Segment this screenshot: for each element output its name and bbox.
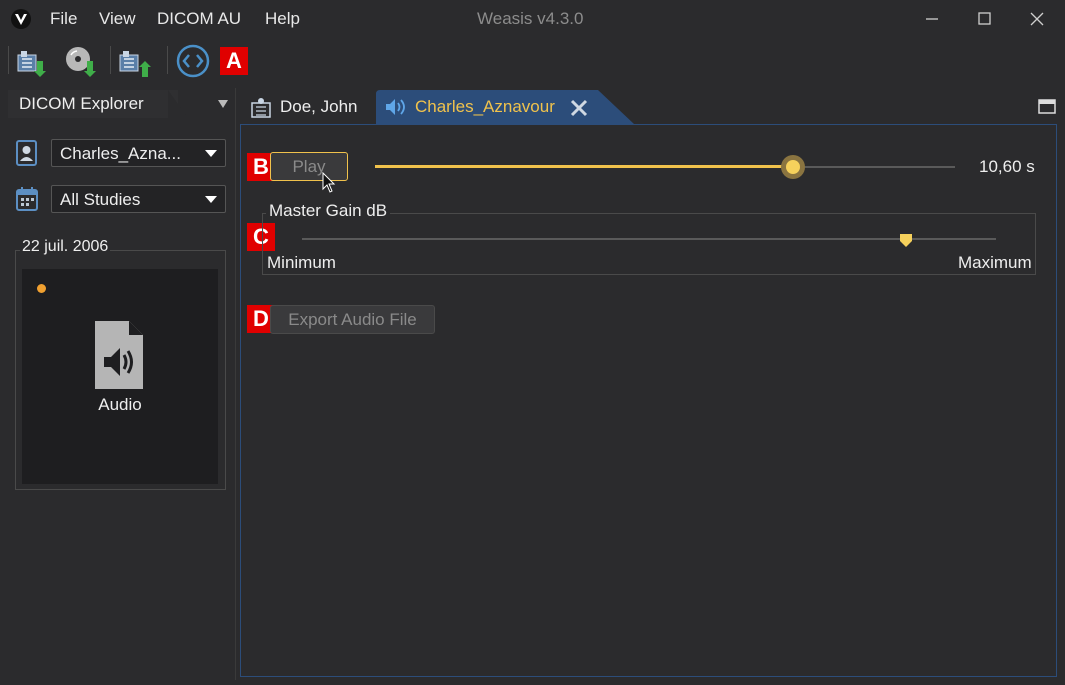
menu-file[interactable]: File bbox=[50, 9, 77, 29]
import-dicom-icon[interactable] bbox=[13, 43, 53, 81]
play-button[interactable]: Play bbox=[270, 152, 348, 181]
time-slider-fill bbox=[375, 165, 793, 168]
patient-combo-value: Charles_Azna... bbox=[60, 144, 181, 163]
tab-doe-john[interactable]: Doe, John bbox=[240, 90, 376, 124]
audio-file-icon bbox=[95, 321, 143, 389]
chevron-down-icon bbox=[197, 140, 225, 166]
menu-help[interactable]: Help bbox=[265, 9, 300, 29]
patient-combo[interactable]: Charles_Azna... bbox=[51, 139, 226, 167]
gain-max-label: Maximum bbox=[958, 253, 1032, 272]
thumbnail-label: Audio bbox=[98, 395, 142, 414]
close-window-button[interactable] bbox=[1024, 6, 1050, 32]
weasis-logo-icon bbox=[10, 8, 32, 30]
dicom-patient-icon bbox=[249, 95, 273, 119]
export-dicom-icon[interactable] bbox=[115, 43, 155, 81]
tab-charles-aznavour[interactable]: Charles_Aznavour bbox=[376, 90, 634, 124]
calendar-icon bbox=[15, 186, 39, 212]
toolbar-separator bbox=[110, 46, 111, 74]
explorer-title: DICOM Explorer bbox=[19, 94, 144, 113]
maximize-view-icon[interactable] bbox=[1038, 99, 1056, 114]
menu-dicom-au[interactable]: DICOM AU bbox=[157, 9, 241, 29]
annotation-a: A bbox=[220, 47, 248, 75]
tab-label: Charles_Aznavour bbox=[415, 97, 555, 116]
gain-min-label: Minimum bbox=[267, 253, 336, 272]
patient-icon bbox=[15, 139, 39, 167]
minimize-button[interactable] bbox=[919, 6, 945, 32]
master-gain-slider[interactable] bbox=[302, 230, 996, 248]
time-slider[interactable] bbox=[375, 155, 955, 179]
toolbar-separator bbox=[167, 46, 168, 74]
toolbar bbox=[0, 38, 1065, 86]
app-title: Weasis v4.3.0 bbox=[477, 9, 584, 28]
study-combo[interactable]: All Studies bbox=[51, 185, 226, 213]
code-brackets-icon[interactable] bbox=[173, 43, 213, 81]
time-value: 10,60 s bbox=[979, 157, 1035, 176]
gain-slider-knob[interactable] bbox=[899, 232, 913, 247]
study-combo-value: All Studies bbox=[60, 190, 141, 209]
toolbar-separator bbox=[8, 46, 9, 74]
export-audio-button[interactable]: Export Audio File bbox=[270, 305, 435, 334]
maximize-button[interactable] bbox=[971, 6, 997, 32]
gain-slider-track bbox=[302, 238, 996, 240]
time-slider-knob[interactable] bbox=[780, 155, 805, 179]
audio-series-thumbnail[interactable]: Audio bbox=[22, 269, 218, 484]
explorer-menu-button[interactable] bbox=[216, 96, 230, 110]
import-cd-icon[interactable] bbox=[61, 43, 101, 81]
speaker-icon bbox=[384, 97, 406, 117]
chevron-down-icon bbox=[197, 186, 225, 212]
menu-view[interactable]: View bbox=[99, 9, 136, 29]
mouse-cursor-icon bbox=[322, 171, 336, 194]
tab-label: Doe, John bbox=[280, 97, 358, 116]
status-dot bbox=[37, 284, 46, 293]
study-date: 22 juil. 2006 bbox=[20, 238, 111, 256]
close-tab-icon[interactable] bbox=[569, 98, 589, 118]
master-gain-title: Master Gain dB bbox=[266, 201, 391, 221]
